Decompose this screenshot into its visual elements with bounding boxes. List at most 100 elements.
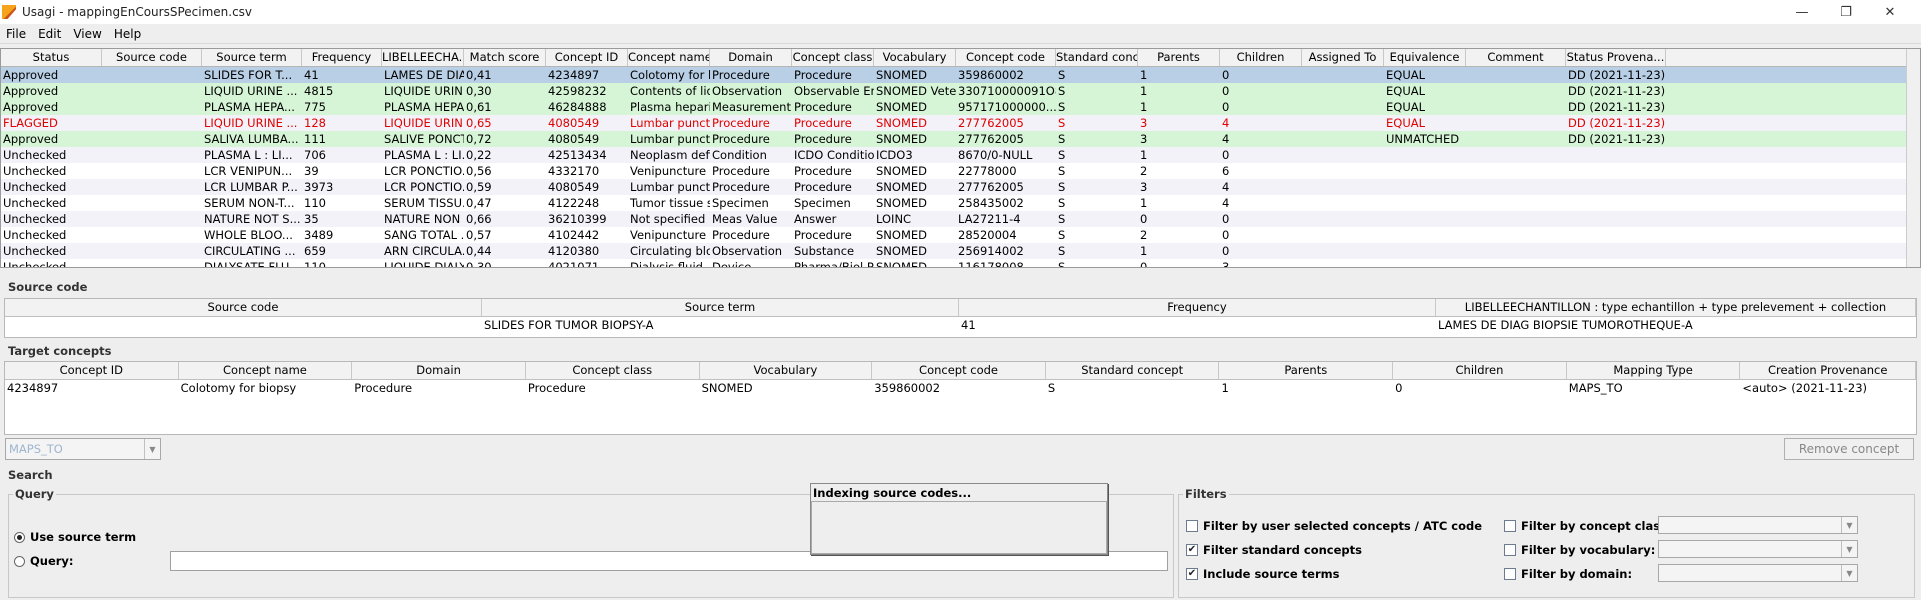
restore-icon[interactable]: ❐ xyxy=(1824,0,1868,24)
column-header[interactable]: Frequency xyxy=(302,49,382,66)
column-header[interactable]: LIBELLEECHA... xyxy=(382,49,464,66)
column-header[interactable]: Equivalence xyxy=(1384,49,1466,66)
table-cell: 0 xyxy=(1395,381,1403,395)
checkmark-icon: ✔ xyxy=(1186,544,1198,556)
table-cell xyxy=(1384,211,1466,227)
table-cell: 0,61 xyxy=(466,100,492,114)
column-header[interactable]: Source code xyxy=(5,299,482,316)
table-cell xyxy=(102,115,202,131)
column-header[interactable]: Children xyxy=(1220,49,1302,66)
column-header[interactable]: Frequency xyxy=(959,299,1436,316)
table-cell xyxy=(102,131,202,147)
column-header[interactable]: Parents xyxy=(1138,49,1220,66)
column-header[interactable]: LIBELLEECHANTILLON : type echantillon + … xyxy=(1436,299,1916,316)
chevron-down-icon: ▼ xyxy=(1841,517,1857,533)
use-source-term-radio[interactable]: Use source term xyxy=(14,530,136,544)
remove-concept-button[interactable]: Remove concept xyxy=(1784,438,1914,460)
column-header[interactable]: Assigned To xyxy=(1302,49,1384,66)
target-concept-row[interactable]: 4234897 Colotomy for biopsy Procedure Proce… xyxy=(5,380,1916,397)
filter-vocabulary-checkbox[interactable]: Filter by vocabulary: xyxy=(1504,543,1655,557)
query-radio[interactable]: Query: xyxy=(14,554,74,568)
column-header[interactable]: Source term xyxy=(202,49,302,66)
table-cell: Lumbar puncture xyxy=(630,116,710,130)
column-header[interactable]: Concept code xyxy=(956,49,1056,66)
table-row[interactable]: Unchecked LCR LUMBAR P... 3973 LCR PONCTIO.… xyxy=(1,179,1920,195)
table-cell: 0,22 xyxy=(466,148,492,162)
menu-help[interactable]: Help xyxy=(108,27,147,41)
filter-concept-class-checkbox[interactable]: Filter by concept class: xyxy=(1504,519,1672,533)
table-row[interactable]: Approved LIQUID URINE ... 4815 LIQUIDE URIN… xyxy=(1,83,1920,99)
table-cell: NATURE NON ... xyxy=(384,212,464,226)
table-cell: 3 xyxy=(1140,180,1148,194)
filter-concept-class-label: Filter by concept class: xyxy=(1521,519,1672,533)
column-header[interactable]: Match score xyxy=(464,49,546,66)
table-cell: Approved xyxy=(3,132,59,146)
mapping-type-dropdown[interactable]: MAPS_TO ▼ xyxy=(5,438,161,460)
column-header[interactable]: Concept ID xyxy=(5,362,179,379)
table-cell xyxy=(1302,211,1384,227)
column-header[interactable]: Standard concept xyxy=(1046,362,1220,379)
column-header[interactable]: Concept code xyxy=(872,362,1046,379)
menu-edit[interactable]: Edit xyxy=(32,27,67,41)
column-header[interactable]: Children xyxy=(1393,362,1567,379)
column-header[interactable]: Vocabulary xyxy=(700,362,873,379)
table-row[interactable]: Unchecked SERUM NON-T... 110 SERUM TISSU...… xyxy=(1,195,1920,211)
domain-dropdown[interactable]: ▼ xyxy=(1658,564,1858,582)
column-header[interactable]: Source term xyxy=(482,299,959,316)
column-header[interactable]: Concept name xyxy=(179,362,353,379)
menu-file[interactable]: File xyxy=(0,27,32,41)
mapping-table-scrollbar[interactable] xyxy=(1906,49,1920,267)
table-cell: S xyxy=(1058,84,1066,98)
column-header[interactable]: Comment xyxy=(1466,49,1566,66)
column-header[interactable]: Status xyxy=(1,49,102,66)
table-cell xyxy=(1384,147,1466,163)
table-row[interactable]: Approved SALIVA LUMBA... 111 SALIVE PONCTI.… xyxy=(1,131,1920,147)
table-cell: Unchecked xyxy=(3,212,67,226)
table-row[interactable]: Unchecked LCR VENIPUN... 39 LCR PONCTIO... 0… xyxy=(1,163,1920,179)
table-cell: SNOMED xyxy=(876,164,927,178)
column-header[interactable]: Concept class xyxy=(792,49,874,66)
concept-class-dropdown[interactable]: ▼ xyxy=(1658,516,1858,534)
include-source-terms-checkbox[interactable]: ✔ Include source terms xyxy=(1186,567,1339,581)
source-code-header: Source code Source term Frequency LIBELLEEC… xyxy=(5,299,1916,317)
table-cell: 4080549 xyxy=(548,132,600,146)
table-cell: LCR LUMBAR P... xyxy=(204,180,298,194)
column-header[interactable]: Mapping Type xyxy=(1567,362,1741,379)
table-row[interactable]: ApprovedPLASMA HEPA...775PLASMA HEPA...0… xyxy=(1,99,1920,115)
table-row[interactable]: FLAGGED LIQUID URINE ... 128 LIQUIDE URINE.… xyxy=(1,115,1920,131)
table-row[interactable]: Unchecked NATURE NOT S...35 NATURE NON ...… xyxy=(1,211,1920,227)
table-row[interactable]: Unchecked PLASMA L : LI... 706 PLASMA L : L… xyxy=(1,147,1920,163)
column-header[interactable]: Source code xyxy=(102,49,202,66)
column-header[interactable]: Standard concept xyxy=(1056,49,1138,66)
table-cell xyxy=(1466,99,1566,115)
column-header[interactable]: Domain xyxy=(352,362,526,379)
table-row[interactable]: Unchecked DIALYSATE FLU... 110 LIQUIDE DIAL… xyxy=(1,259,1920,267)
table-cell xyxy=(1384,163,1466,179)
menu-view[interactable]: View xyxy=(67,27,107,41)
column-header[interactable]: Status Provena... xyxy=(1566,49,1666,66)
table-cell: SERUM TISSU... xyxy=(384,196,464,210)
column-header[interactable]: Parents xyxy=(1219,362,1394,379)
table-cell: 0,65 xyxy=(466,116,492,130)
column-header[interactable]: Concept name xyxy=(628,49,710,66)
close-icon[interactable]: ✕ xyxy=(1868,0,1912,24)
column-header[interactable]: Creation Provenance xyxy=(1740,362,1917,379)
column-header[interactable]: Vocabulary xyxy=(874,49,956,66)
filter-user-selected-checkbox[interactable]: Filter by user selected concepts / ATC c… xyxy=(1186,519,1482,533)
filter-standard-checkbox[interactable]: ✔ Filter standard concepts xyxy=(1186,543,1362,557)
column-header[interactable]: Domain xyxy=(710,49,792,66)
table-cell: Plasma heparin... xyxy=(630,100,710,114)
table-cell: Procedure xyxy=(794,228,852,242)
filter-domain-checkbox[interactable]: Filter by domain: xyxy=(1504,567,1632,581)
table-row[interactable]: Unchecked CIRCULATING ... 659 ARN CIRCULA..… xyxy=(1,243,1920,259)
table-cell: PLASMA L : LI... xyxy=(204,148,293,162)
table-row[interactable]: Unchecked WHOLE BLOO... 3489 SANG TOTAL ...… xyxy=(1,227,1920,243)
table-cell: 3 xyxy=(1140,116,1148,130)
column-header[interactable]: Concept class xyxy=(526,362,700,379)
source-code-row[interactable]: SLIDES FOR TUMOR BIOPSY-A 41 LAMES DE DIAG… xyxy=(5,317,1916,334)
table-row[interactable]: Approved SLIDES FOR T... 41 LAMES DE DIA...… xyxy=(1,67,1920,83)
minimize-icon[interactable]: — xyxy=(1780,0,1824,24)
column-header[interactable]: Concept ID xyxy=(546,49,628,66)
table-cell: 4080549 xyxy=(548,116,600,130)
vocabulary-dropdown[interactable]: ▼ xyxy=(1658,540,1858,558)
